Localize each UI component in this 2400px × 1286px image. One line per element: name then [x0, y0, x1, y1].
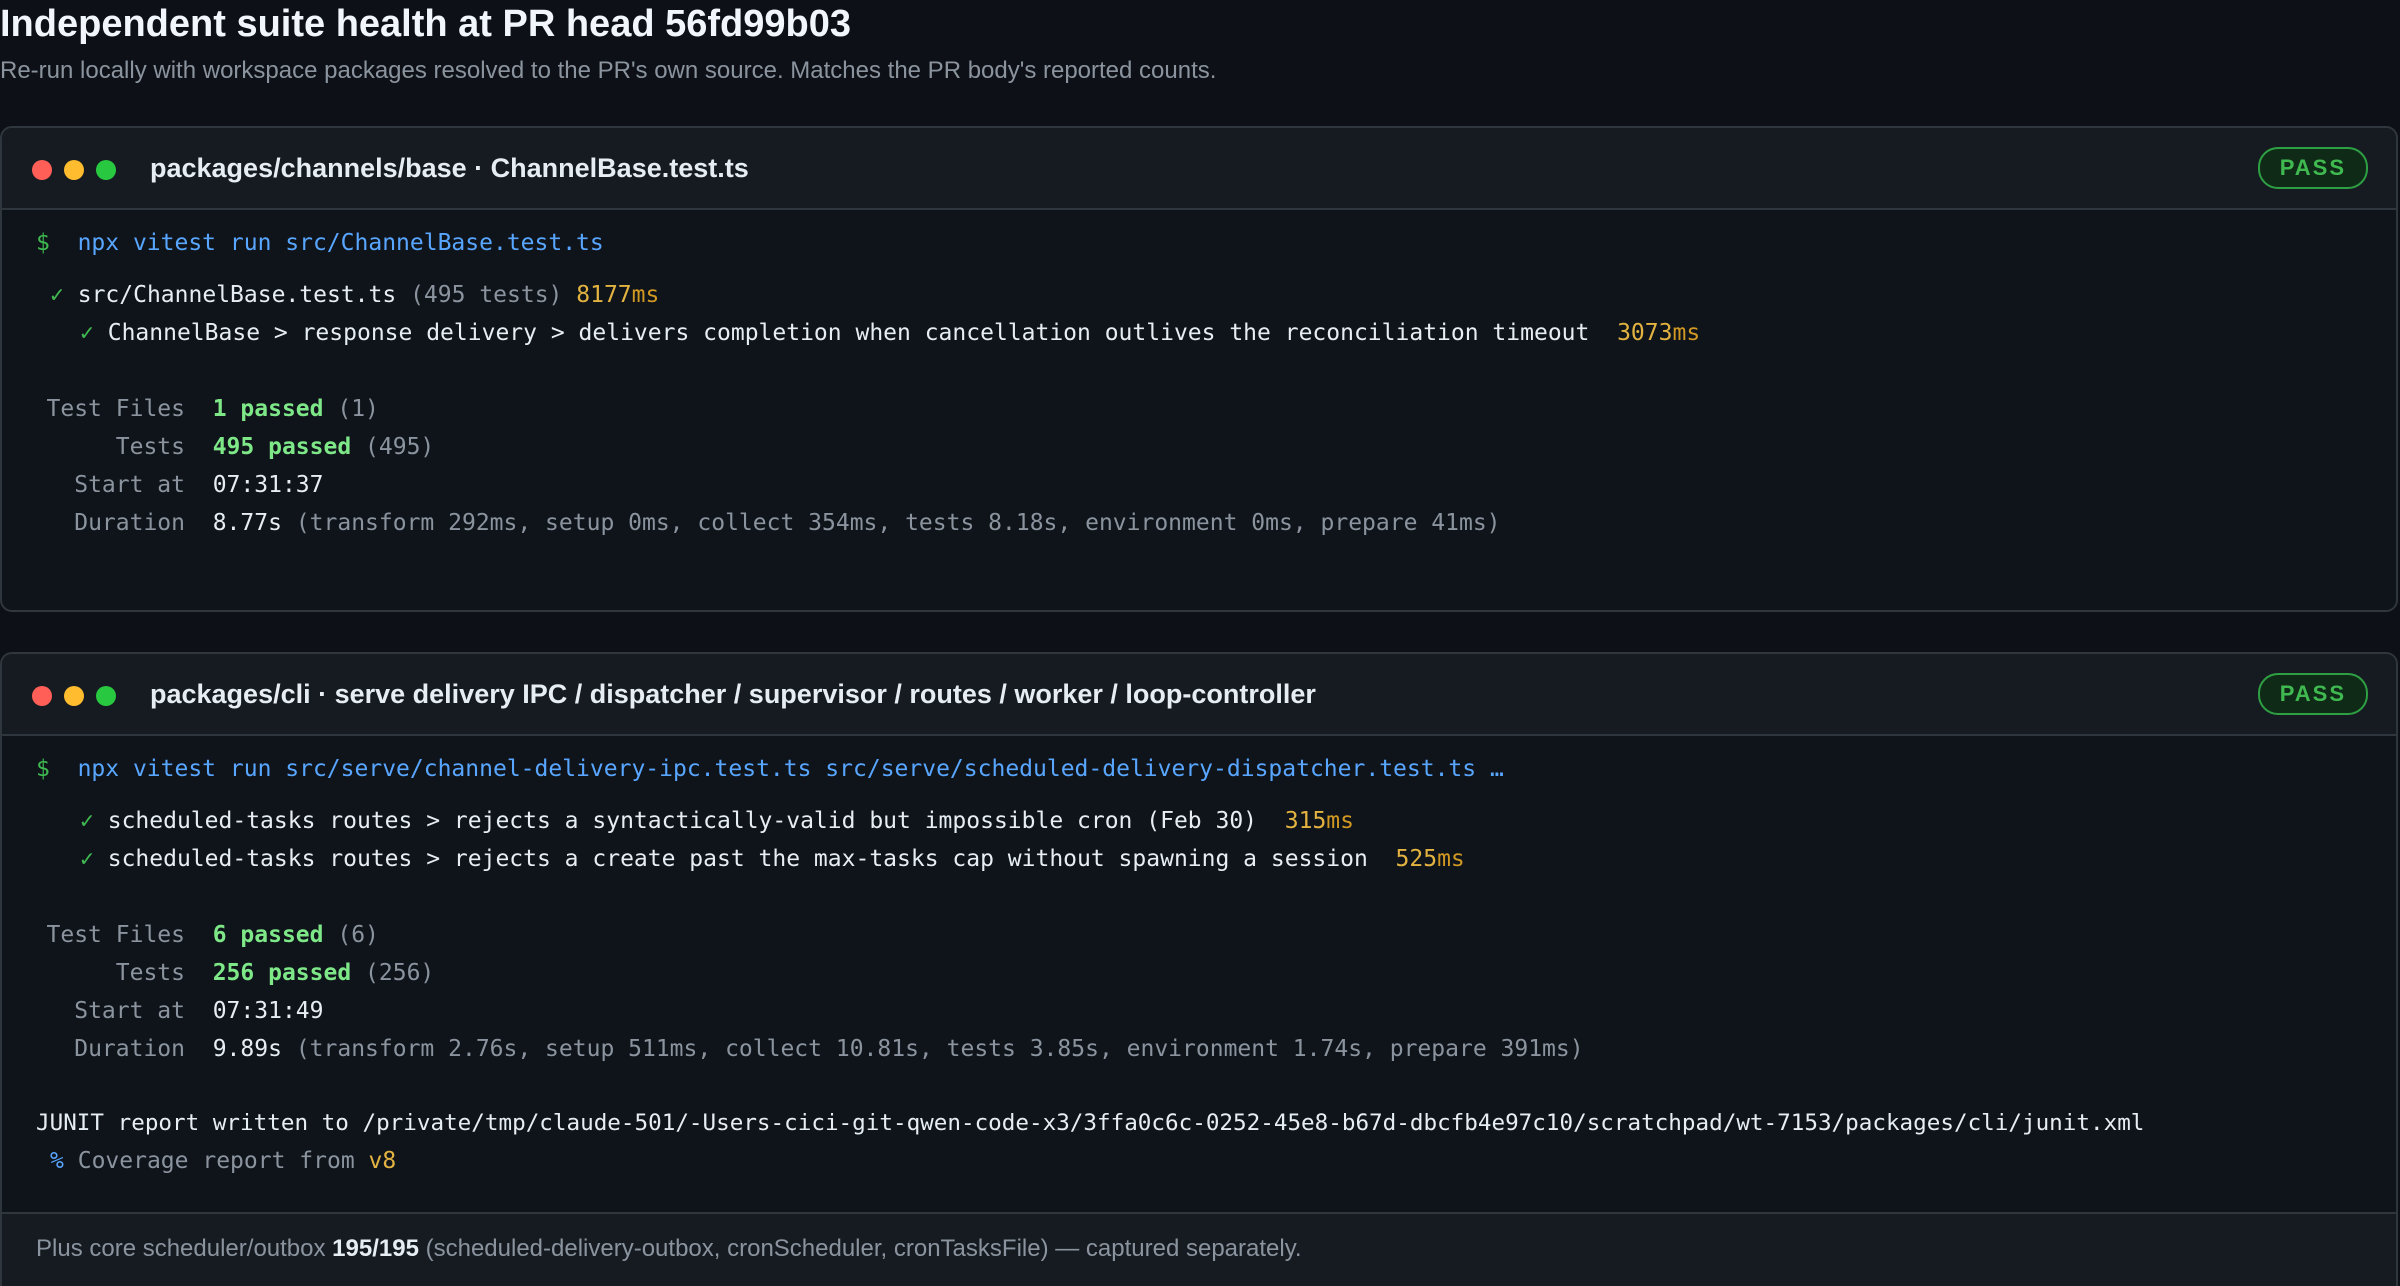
summary-test-files: Test Files 1 passed (1) [46, 396, 379, 422]
file-name: src/ChannelBase.test.ts [77, 282, 397, 308]
check-icon: ✓ [80, 320, 94, 346]
panel-title: packages/cli · serve delivery IPC / disp… [150, 679, 1316, 709]
slow-test-line: ✓ scheduled-tasks routes > rejects a syn… [80, 802, 1354, 840]
slow-test-duration: 525ms [1395, 846, 1465, 872]
file-test-count: (495 tests) [410, 282, 563, 308]
status-badge: PASS [2257, 673, 2368, 715]
check-icon: ✓ [50, 282, 64, 308]
test-run-panel-cli: packages/cli · serve delivery IPC / disp… [0, 652, 2398, 1286]
summary-value: 8.77s [212, 510, 282, 536]
summary-tests: Tests 495 passed (495) [115, 434, 435, 460]
window-maximize-dot-icon [96, 160, 116, 180]
check-icon: ✓ [80, 846, 94, 872]
command-text: npx vitest run src/ChannelBase.test.ts [77, 230, 604, 256]
summary-value: 6 passed [212, 922, 324, 948]
summary-start: Start at 07:31:37 [74, 472, 324, 498]
panel-footer-note: Plus core scheduler/outbox 195/195 (sche… [2, 1212, 2396, 1286]
coverage-line: % Coverage report from v8 [50, 1148, 397, 1174]
terminal-output: $ npx vitest run src/ChannelBase.test.ts… [36, 224, 2376, 566]
summary-test-files: Test Files 6 passed (6) [46, 922, 379, 948]
summary-start: Start at 07:31:49 [74, 998, 324, 1024]
command-line: $ npx vitest run src/serve/channel-deliv… [36, 750, 1504, 788]
coverage-icon: % [50, 1148, 64, 1174]
panel-header: packages/channels/base · ChannelBase.tes… [2, 128, 2396, 210]
slow-test-name: scheduled-tasks routes > rejects a synta… [107, 808, 1258, 834]
coverage-provider: v8 [368, 1148, 397, 1174]
status-badge: PASS [2257, 147, 2368, 189]
terminal-output: $ npx vitest run src/serve/channel-deliv… [36, 750, 2376, 1174]
page-subtitle: Re-run locally with workspace packages r… [0, 57, 1217, 84]
footer-count: 195/195 [332, 1235, 419, 1262]
summary-duration: Duration 8.77s (transform 292ms, setup 0… [74, 510, 1501, 536]
test-run-panel-channelbase: packages/channels/base · ChannelBase.tes… [0, 126, 2398, 612]
panel-header: packages/cli · serve delivery IPC / disp… [2, 654, 2396, 736]
file-result-line: ✓ src/ChannelBase.test.ts (495 tests) 81… [50, 276, 659, 314]
slow-test-name: scheduled-tasks routes > rejects a creat… [107, 846, 1368, 872]
command-line: $ npx vitest run src/ChannelBase.test.ts [36, 224, 604, 262]
summary-value: 9.89s [212, 1036, 282, 1062]
slow-test-line: ✓ ChannelBase > response delivery > deli… [80, 314, 1700, 352]
prompt-symbol: $ [36, 230, 50, 256]
page-title: Independent suite health at PR head 56fd… [0, 3, 851, 45]
slow-test-name: ChannelBase > response delivery > delive… [107, 320, 1590, 346]
window-close-dot-icon [32, 160, 52, 180]
summary-value: 256 passed [212, 960, 352, 986]
slow-test-line: ✓ scheduled-tasks routes > rejects a cre… [80, 840, 1465, 878]
slow-test-duration: 3073ms [1617, 320, 1701, 346]
slow-test-duration: 315ms [1284, 808, 1354, 834]
junit-report-line: JUNIT report written to /private/tmp/cla… [36, 1110, 2145, 1136]
file-duration: 8177ms [576, 282, 660, 308]
summary-tests: Tests 256 passed (256) [115, 960, 435, 986]
duration-detail: (transform 2.76s, setup 511ms, collect 1… [295, 1036, 1584, 1062]
command-text: npx vitest run src/serve/channel-deliver… [77, 756, 1504, 782]
check-icon: ✓ [80, 808, 94, 834]
summary-value: 1 passed [212, 396, 324, 422]
window-minimize-dot-icon [64, 686, 84, 706]
summary-value: 07:31:37 [212, 472, 324, 498]
panel-title: packages/channels/base · ChannelBase.tes… [150, 153, 749, 183]
window-minimize-dot-icon [64, 160, 84, 180]
duration-detail: (transform 292ms, setup 0ms, collect 354… [295, 510, 1501, 536]
summary-duration: Duration 9.89s (transform 2.76s, setup 5… [74, 1036, 1584, 1062]
prompt-symbol: $ [36, 756, 50, 782]
window-close-dot-icon [32, 686, 52, 706]
summary-value: 495 passed [212, 434, 352, 460]
summary-value: 07:31:49 [212, 998, 324, 1024]
window-maximize-dot-icon [96, 686, 116, 706]
